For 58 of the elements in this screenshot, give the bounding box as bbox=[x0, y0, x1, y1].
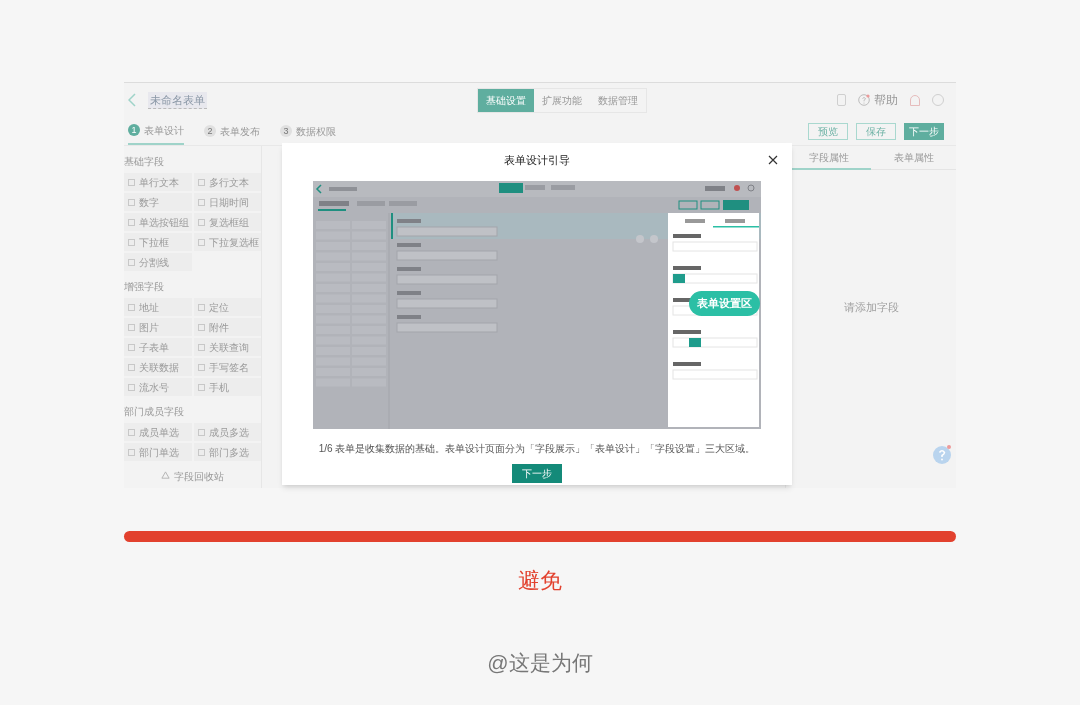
field-icon bbox=[197, 238, 205, 246]
field-icon bbox=[197, 303, 205, 311]
verdict-label: 避免 bbox=[518, 567, 562, 595]
next-button[interactable]: 下一步 bbox=[512, 464, 562, 483]
field-icon bbox=[128, 238, 135, 246]
guide-caption: 1/6 表单是收集数据的基础。表单设计页面分为「字段展示」「表单设计」「字段设置」三大区域。 bbox=[318, 442, 756, 456]
step-label: 表单设计 bbox=[144, 123, 184, 138]
credit-text: @这是为何 bbox=[487, 650, 593, 676]
field-icon bbox=[128, 258, 135, 266]
field-icon bbox=[197, 178, 205, 186]
form-title[interactable]: 未命名表单 bbox=[148, 91, 207, 110]
group-title: 基础字段 bbox=[124, 155, 165, 169]
field-icon bbox=[128, 343, 135, 351]
step-tab[interactable]: 3 数据权限 bbox=[280, 117, 336, 145]
field-icon bbox=[128, 383, 135, 391]
empty-hint: 请添加字段 bbox=[843, 299, 899, 315]
dialog-title: 表单设计引导 bbox=[504, 152, 570, 168]
field-icon bbox=[128, 198, 135, 206]
step-label: 表单发布 bbox=[220, 124, 260, 139]
tablet-icon[interactable] bbox=[837, 94, 846, 107]
field-icon bbox=[128, 323, 135, 331]
field-icon bbox=[197, 428, 205, 436]
recycle-bin-link[interactable]: 字段回收站 bbox=[174, 469, 224, 484]
header-tab[interactable]: 扩展功能 bbox=[534, 88, 590, 112]
recycle-icon bbox=[161, 471, 170, 480]
close-icon[interactable] bbox=[768, 155, 778, 165]
help-bubble-icon[interactable] bbox=[932, 444, 952, 464]
header-tab[interactable]: 数据管理 bbox=[590, 88, 646, 112]
callout-label: 表单设置区 bbox=[689, 291, 760, 316]
field-icon bbox=[128, 178, 135, 186]
field-icon bbox=[197, 343, 205, 351]
step-label: 数据权限 bbox=[296, 124, 336, 139]
step-number: 2 bbox=[204, 125, 216, 138]
header-tab[interactable]: 基础设置 bbox=[478, 88, 534, 112]
field-icon bbox=[128, 448, 135, 456]
field-icon bbox=[197, 323, 205, 331]
field-icon bbox=[197, 363, 205, 371]
action-button[interactable]: 预览 bbox=[808, 122, 848, 140]
field-icon bbox=[128, 303, 135, 311]
group-title: 部门成员字段 bbox=[124, 405, 185, 419]
step-number: 3 bbox=[280, 125, 292, 138]
field-icon bbox=[197, 198, 205, 206]
step-tab[interactable]: 2 表单发布 bbox=[204, 117, 260, 145]
action-button[interactable]: 下一步 bbox=[904, 122, 944, 140]
group-title: 增强字段 bbox=[124, 280, 165, 294]
help-icon[interactable] bbox=[858, 94, 870, 107]
field-icon bbox=[128, 218, 135, 226]
step-tab[interactable]: 1 表单设计 bbox=[128, 117, 184, 145]
field-icon bbox=[197, 448, 205, 456]
field-icon bbox=[197, 383, 205, 391]
field-icon bbox=[128, 363, 135, 371]
field-icon bbox=[197, 218, 205, 226]
back-icon[interactable] bbox=[128, 93, 136, 108]
help-link[interactable]: 帮助 bbox=[874, 91, 898, 110]
action-button[interactable]: 保存 bbox=[856, 122, 896, 140]
property-tab[interactable]: 表单属性 bbox=[871, 146, 956, 170]
field-icon bbox=[128, 428, 135, 436]
step-number: 1 bbox=[128, 124, 140, 137]
